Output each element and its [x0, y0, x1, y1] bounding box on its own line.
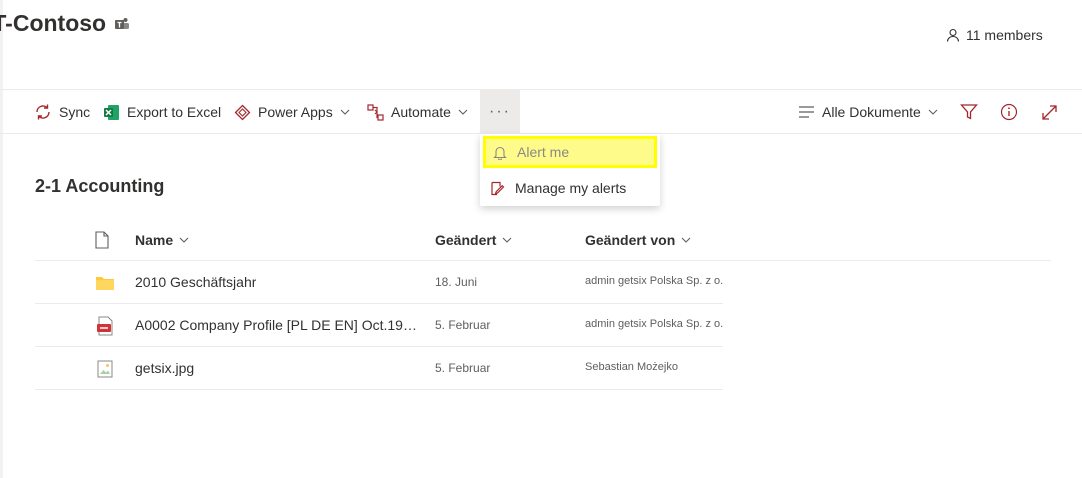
chevron-down-icon [928, 109, 938, 115]
library-title: 2-1 Accounting [35, 176, 165, 196]
row-name[interactable]: A0002 Company Profile [PL DE EN] Oct.19 … [135, 317, 417, 333]
site-title: IT-Contoso [0, 10, 130, 37]
row-name[interactable]: getsix.jpg [135, 360, 194, 376]
power-apps-button[interactable]: Power Apps [234, 90, 350, 134]
export-to-excel-button[interactable]: Export to Excel [103, 90, 221, 134]
row-modified-by: Sebastian Możejko [585, 361, 678, 373]
sync-label: Sync [59, 104, 91, 120]
folder-icon [96, 277, 114, 290]
site-title-text: IT-Contoso [0, 10, 107, 36]
members-count: 11 members [966, 27, 1043, 43]
automate-label: Automate [391, 104, 451, 120]
chevron-down-icon [681, 237, 691, 243]
list-header: Name Geändert Geändert von [35, 220, 1051, 261]
column-header-name[interactable]: Name [135, 232, 189, 248]
flow-icon [367, 103, 384, 121]
view-switcher-button[interactable]: Alle Dokumente [798, 90, 938, 134]
row-modified-by: admin getsix Polska Sp. z o.o. [585, 318, 723, 330]
more-options-button[interactable]: ··· [480, 90, 520, 134]
file-type-icon[interactable] [95, 231, 109, 249]
column-name-label: Name [135, 232, 174, 248]
sync-icon [36, 104, 50, 120]
teams-icon [115, 17, 130, 29]
list-row[interactable]: getsix.jpg 5. Februar Sebastian Możejko [35, 347, 723, 390]
row-modified: 5. Februar [435, 361, 491, 375]
more-options-menu: Alert me Manage my alerts [480, 134, 660, 206]
edit-alerts-icon [491, 181, 505, 195]
column-header-modified-by[interactable]: Geändert von [585, 232, 691, 248]
chevron-down-icon [503, 237, 512, 243]
manage-alerts-menu-item[interactable]: Manage my alerts [480, 170, 660, 206]
export-label: Export to Excel [127, 104, 222, 120]
info-icon [1000, 103, 1018, 121]
chevron-down-icon [458, 109, 468, 115]
column-header-modified[interactable]: Geändert [435, 232, 512, 248]
chevron-down-icon [340, 109, 350, 115]
chevron-down-icon [179, 237, 189, 243]
list-row[interactable]: A0002 Company Profile [PL DE EN] Oct.19 … [35, 304, 723, 347]
fullscreen-button[interactable] [1041, 90, 1058, 134]
info-button[interactable] [1000, 90, 1018, 134]
row-modified-by: admin getsix Polska Sp. z o.o. [585, 275, 723, 287]
expand-icon [1042, 104, 1057, 120]
members-button[interactable]: 11 members [946, 27, 1043, 43]
list-view-icon [799, 106, 814, 118]
row-modified: 18. Juni [435, 275, 478, 289]
alert-me-menu-item[interactable]: Alert me [483, 136, 657, 168]
command-bar: Sync Export to Excel Power Apps Automate… [0, 89, 1082, 134]
left-edge-divider [0, 0, 3, 478]
row-name[interactable]: 2010 Geschäftsjahr [135, 274, 256, 290]
bell-icon [493, 146, 507, 160]
power-apps-icon [234, 104, 251, 120]
column-modified-by-label: Geändert von [585, 232, 676, 248]
manage-alerts-label: Manage my alerts [515, 180, 627, 196]
pdf-icon [97, 316, 113, 336]
row-modified: 5. Februar [435, 318, 491, 332]
filter-button[interactable] [960, 90, 978, 134]
view-label: Alle Dokumente [822, 104, 921, 120]
list-row[interactable]: 2010 Geschäftsjahr 18. Juni admin getsix… [35, 261, 723, 304]
alert-me-label: Alert me [517, 144, 570, 160]
image-icon [97, 360, 113, 378]
excel-icon [104, 104, 119, 120]
person-icon [946, 28, 960, 42]
column-modified-label: Geändert [435, 232, 497, 248]
power-apps-label: Power Apps [258, 104, 333, 120]
filter-icon [960, 104, 978, 120]
sync-button[interactable]: Sync [34, 90, 90, 134]
automate-button[interactable]: Automate [367, 90, 468, 134]
